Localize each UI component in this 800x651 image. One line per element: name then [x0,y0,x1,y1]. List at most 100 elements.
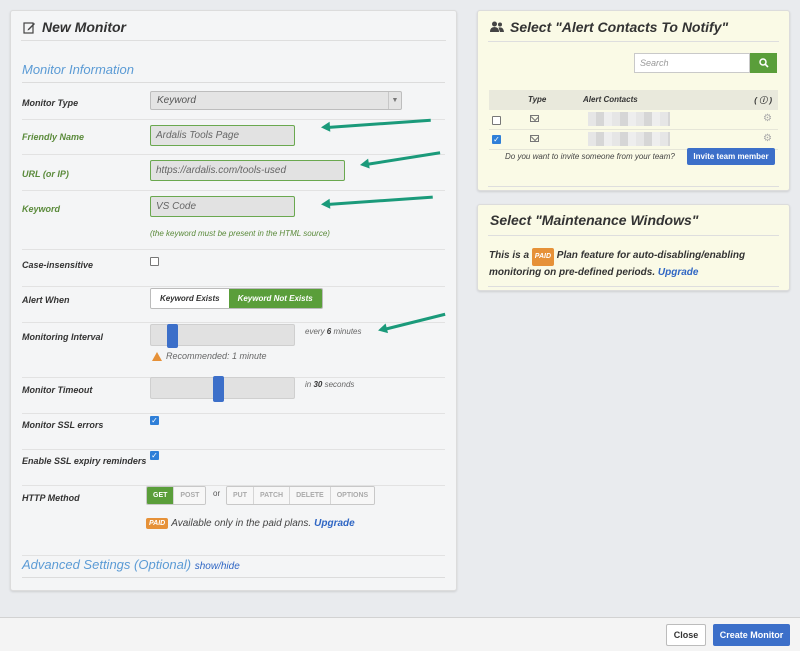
ssl-errors-checkbox[interactable]: ✓ [150,416,159,425]
interval-suffix: minutes [333,327,362,336]
gear-icon[interactable]: ⚙ [763,133,772,144]
maintenance-bottom-divider [488,286,779,287]
url-label: URL (or IP) [22,169,69,179]
interval-number: 6 [326,327,332,336]
monitoring-interval-label: Monitoring Interval [22,332,103,342]
url-input[interactable]: https://ardalis.com/tools-used [150,160,345,181]
monitor-timeout-slider-handle[interactable] [213,376,224,402]
timeout-number: 30 [313,380,323,389]
interval-recommendation: Recommended: 1 minute [152,351,267,361]
monitoring-interval-slider[interactable] [150,324,295,348]
section-divider [22,82,445,83]
monitor-type-select[interactable]: Keyword ▼ [150,91,402,110]
email-icon [530,115,539,122]
invite-team-member-button[interactable]: Invite team member [687,148,775,165]
case-insensitive-label: Case-insensitive [22,260,94,270]
redacted-contact [588,132,670,146]
ssl-errors-label: Monitor SSL errors [22,420,104,430]
keyword-not-exists-button[interactable]: Keyword Not Exists [228,289,322,308]
row-monitor-timeout: Monitor Timeout in 30 seconds [22,376,445,414]
http-method-group-paid: PUT PATCH DELETE OPTIONS [226,486,376,505]
maintenance-title: Select "Maintenance Windows" [490,212,699,228]
http-method-paid-note: PAID Available only in the paid plans. U… [146,518,355,529]
monitoring-interval-value: every 6 minutes [305,327,362,336]
method-delete-button[interactable]: DELETE [290,487,331,504]
email-icon [530,135,539,142]
alert-contacts-panel: Select "Alert Contacts To Notify" Search… [477,10,790,191]
panel-title-new-monitor: New Monitor [23,19,126,35]
alert-when-label: Alert When [22,295,70,305]
row-alert-when: Alert When Keyword Exists Keyword Not Ex… [22,287,445,323]
row-ssl-expiry: Enable SSL expiry reminders ✓ [22,450,445,486]
title-divider [21,40,446,41]
contacts-title-divider [488,41,779,42]
section-monitor-information: Monitor Information [22,62,134,77]
advanced-settings-toggle[interactable]: show/hide [195,561,240,572]
create-monitor-button[interactable]: Create Monitor [713,624,790,646]
users-icon [490,21,504,32]
new-monitor-panel: New Monitor Monitor Information Monitor … [10,10,457,591]
interval-prefix: every [305,327,325,336]
gear-icon[interactable]: ⚙ [763,113,772,124]
contact-checkbox[interactable] [492,116,501,125]
row-ssl-errors: Monitor SSL errors ✓ [22,414,445,450]
paid-note-text: Available only in the paid plans. [171,518,312,529]
row-http-method: HTTP Method GET POST or PUT PATCH DELETE… [22,486,445,556]
maintenance-upgrade-link[interactable]: Upgrade [658,267,699,278]
warning-icon [152,351,162,361]
monitoring-interval-slider-handle[interactable] [167,324,178,348]
search-icon [758,58,769,68]
redacted-contact [588,112,670,126]
method-patch-button[interactable]: PATCH [254,487,291,504]
http-method-group-free: GET POST [146,486,207,505]
maintenance-description: This is a PAID Plan feature for auto-dis… [489,248,784,280]
new-monitor-title: New Monitor [42,19,126,35]
ssl-expiry-label: Enable SSL expiry reminders [22,456,147,466]
monitor-timeout-value: in 30 seconds [305,380,354,389]
http-method-label: HTTP Method [22,493,80,503]
maintenance-text-pre: This is a [489,250,530,261]
advanced-divider [22,577,445,578]
invite-text: Do you want to invite someone from your … [505,152,675,161]
contact-row: ⚙ [489,110,778,130]
http-method-or: or [213,489,221,498]
friendly-name-input[interactable]: Ardalis Tools Page [150,125,295,146]
keyword-hint: (the keyword must be present in the HTML… [150,229,330,238]
search-button[interactable] [750,53,777,73]
case-insensitive-checkbox[interactable] [150,257,159,266]
column-type: Type [528,95,547,104]
monitor-type-label: Monitor Type [22,98,79,108]
method-options-button[interactable]: OPTIONS [330,487,375,504]
contacts-search-input[interactable]: Search [634,53,750,73]
timeout-suffix: seconds [324,380,355,389]
contact-checkbox[interactable]: ✓ [492,135,501,144]
chevron-down-icon: ▼ [388,92,401,109]
upgrade-link[interactable]: Upgrade [314,518,355,529]
advanced-settings-title: Advanced Settings (Optional) [22,557,192,572]
timeout-prefix: in [305,380,312,389]
monitor-timeout-slider[interactable] [150,376,295,402]
method-get-button[interactable]: GET [147,487,175,504]
recommended-text: Recommended: 1 minute [166,351,267,361]
edit-icon [23,21,35,34]
method-post-button[interactable]: POST [174,487,206,504]
contacts-bottom-divider [488,186,779,187]
keyword-exists-button[interactable]: Keyword Exists [151,289,229,308]
contact-row: ✓ ⚙ [489,130,778,150]
ssl-expiry-checkbox[interactable]: ✓ [150,451,159,460]
contacts-table-header: Type Alert Contacts ( ⓘ ) [489,90,778,110]
method-put-button[interactable]: PUT [227,487,254,504]
friendly-name-label: Friendly Name [22,132,85,142]
row-monitor-type: Monitor Type Keyword ▼ [22,84,445,120]
paid-badge: PAID [531,248,555,266]
keyword-input[interactable]: VS Code [150,196,295,217]
column-alert-contacts: Alert Contacts [583,95,638,104]
maintenance-title-divider [488,235,779,236]
alert-contacts-title-text: Select "Alert Contacts To Notify" [510,19,729,35]
maintenance-windows-panel: Select "Maintenance Windows" This is a P… [477,204,790,291]
row-friendly-name: Friendly Name Ardalis Tools Page [22,120,445,155]
monitor-timeout-label: Monitor Timeout [22,385,93,395]
monitor-type-value: Keyword [157,95,196,106]
alert-when-toggle: Keyword Exists Keyword Not Exists [150,288,323,309]
close-button[interactable]: Close [666,624,706,646]
